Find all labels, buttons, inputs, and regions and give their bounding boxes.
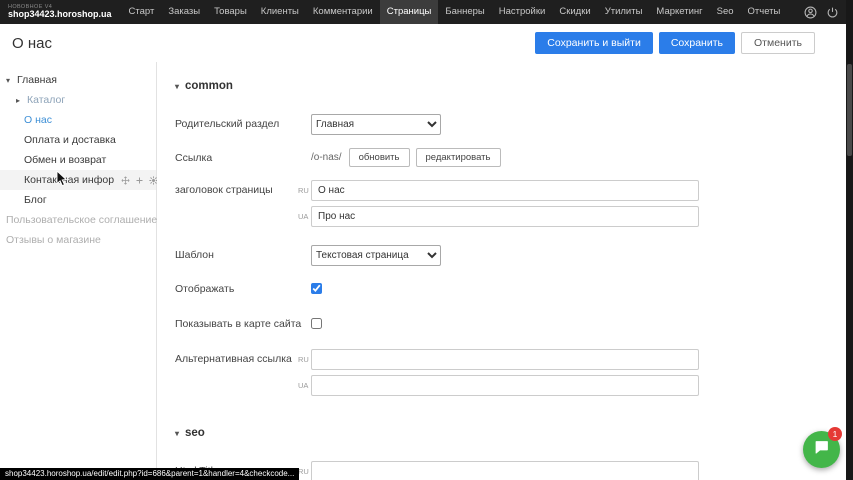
sidebar-item-payment-delivery[interactable]: Оплата и доставка — [0, 130, 156, 150]
alt-link-ru-input[interactable] — [311, 349, 699, 370]
topbar: НОВОВНОЕ V4 shop34423.horoshop.ua Старт … — [0, 0, 853, 24]
display-checkbox[interactable] — [311, 283, 322, 294]
save-and-exit-button[interactable]: Сохранить и выйти — [535, 32, 653, 54]
sidebar-item-label: Оплата и доставка — [24, 134, 116, 146]
section-seo[interactable]: ▾ seo — [175, 427, 853, 439]
menu-item-settings[interactable]: Настройки — [492, 0, 553, 24]
html-title-ru-input[interactable] — [311, 461, 699, 480]
sidebar-item-reviews[interactable]: Отзывы о магазине — [0, 230, 156, 250]
display-row: Отображать — [175, 279, 853, 299]
sidebar-item-label: Главная — [17, 74, 57, 86]
menu-item-seo[interactable]: Seo — [710, 0, 741, 24]
chat-unread-badge: 1 — [828, 427, 842, 441]
menu-item-banners[interactable]: Баннеры — [438, 0, 491, 24]
menu-item-reports[interactable]: Отчеты — [741, 0, 788, 24]
scrollbar-thumb[interactable] — [847, 64, 852, 156]
menu-item-products[interactable]: Товары — [207, 0, 254, 24]
edit-link-button[interactable]: редактировать — [416, 148, 501, 167]
menu-item-discounts[interactable]: Скидки — [552, 0, 597, 24]
menu-item-clients[interactable]: Клиенты — [254, 0, 306, 24]
menu-item-marketing[interactable]: Маркетинг — [649, 0, 709, 24]
sidebar-item-catalog[interactable]: ▸ Каталог — [0, 90, 156, 110]
menu-item-comments[interactable]: Комментарии — [306, 0, 380, 24]
field-label: Ссылка — [175, 148, 311, 164]
lang-tag-ua: UA — [298, 381, 308, 390]
move-icon[interactable] — [121, 176, 130, 185]
chat-widget-button[interactable]: 1 — [803, 431, 840, 468]
page-scrollbar[interactable] — [846, 0, 853, 480]
sitemap-checkbox[interactable] — [311, 318, 322, 329]
sidebar-item-label: Пользовательское соглашение — [6, 214, 157, 226]
sitemap-row: Показывать в карте сайта — [175, 314, 853, 334]
cancel-button[interactable]: Отменить — [741, 32, 815, 54]
sidebar-item-label: Отзывы о магазине — [6, 234, 101, 246]
sidebar-item-about[interactable]: О нас — [0, 110, 156, 130]
brand-logo[interactable]: НОВОВНОЕ V4 shop34423.horoshop.ua — [0, 4, 122, 20]
collapse-arrow-icon: ▾ — [175, 429, 179, 438]
refresh-link-button[interactable]: обновить — [349, 148, 410, 167]
sidebar-item-label: О нас — [24, 114, 52, 126]
field-label: Родительский раздел — [175, 114, 311, 130]
parent-section-row: Родительский раздел Главная — [175, 114, 853, 135]
page-title-ru-input[interactable] — [311, 180, 699, 201]
sidebar-item-label: Обмен и возврат — [24, 154, 106, 166]
template-row: Шаблон Текстовая страница — [175, 245, 853, 266]
field-label: Отображать — [175, 279, 311, 295]
menu-item-pages[interactable]: Страницы — [380, 0, 439, 24]
add-page-icon[interactable] — [135, 176, 144, 185]
sidebar-item-user-agreement[interactable]: Пользовательское соглашение — [0, 210, 156, 230]
logout-icon[interactable] — [826, 6, 839, 19]
sidebar-item-exchange-return[interactable]: Обмен и возврат — [0, 150, 156, 170]
section-common[interactable]: ▾ common — [175, 80, 853, 92]
collapse-arrow-icon[interactable]: ▾ — [6, 76, 13, 85]
alt-link-ua-input[interactable] — [311, 375, 699, 396]
section-title: seo — [185, 427, 205, 439]
page-title: О нас — [12, 35, 52, 52]
lang-tag-ua: UA — [298, 212, 308, 221]
section-title: common — [185, 80, 233, 92]
page-tree-sidebar: ▾ Главная ▸ Каталог О нас Оплата и доста… — [0, 62, 157, 480]
field-label: заголовок страницы — [175, 180, 311, 196]
alt-link-row: Альтернативная ссылка RU UA — [175, 349, 853, 401]
lang-tag-ru: RU — [298, 355, 309, 364]
sidebar-item-contacts[interactable]: Контактная инфор — [0, 170, 156, 190]
page-title-ua-input[interactable] — [311, 206, 699, 227]
sidebar-item-label: Каталог — [27, 94, 65, 106]
parent-section-select[interactable]: Главная — [311, 114, 441, 135]
link-row: Ссылка /o-nas/ обновить редактировать — [175, 148, 853, 167]
expand-arrow-icon[interactable]: ▸ — [16, 96, 23, 105]
lang-tag-ru: RU — [298, 467, 309, 476]
field-label: Шаблон — [175, 245, 311, 261]
collapse-arrow-icon: ▾ — [175, 82, 179, 91]
browser-status-url: shop34423.horoshop.ua/edit/edit.php?id=6… — [0, 468, 299, 480]
edit-form: ▾ common Родительский раздел Главная Ссы… — [157, 62, 853, 480]
sidebar-item-home[interactable]: ▾ Главная — [0, 70, 156, 90]
chat-bubble-icon — [813, 439, 830, 461]
page-header: О нас Сохранить и выйти Сохранить Отмени… — [0, 24, 853, 62]
menu-item-utilities[interactable]: Утилиты — [598, 0, 650, 24]
account-icon[interactable] — [804, 6, 817, 19]
menu-item-orders[interactable]: Заказы — [161, 0, 207, 24]
page-title-row: заголовок страницы RU UA — [175, 180, 853, 232]
menu-item-start[interactable]: Старт — [122, 0, 162, 24]
template-select[interactable]: Текстовая страница — [311, 245, 441, 266]
main-area: ▾ Главная ▸ Каталог О нас Оплата и доста… — [0, 62, 853, 480]
link-path-value: /o-nas/ — [311, 148, 342, 167]
sidebar-item-label: Контактная инфор — [24, 174, 114, 186]
field-label: Показывать в карте сайта — [175, 314, 311, 330]
sidebar-item-blog[interactable]: Блог — [0, 190, 156, 210]
header-buttons: Сохранить и выйти Сохранить Отменить — [535, 32, 841, 54]
save-button[interactable]: Сохранить — [659, 32, 735, 54]
field-label: Альтернативная ссылка — [175, 349, 311, 365]
brand-domain: shop34423.horoshop.ua — [8, 10, 112, 20]
lang-tag-ru: RU — [298, 186, 309, 195]
sidebar-item-label: Блог — [24, 194, 47, 206]
